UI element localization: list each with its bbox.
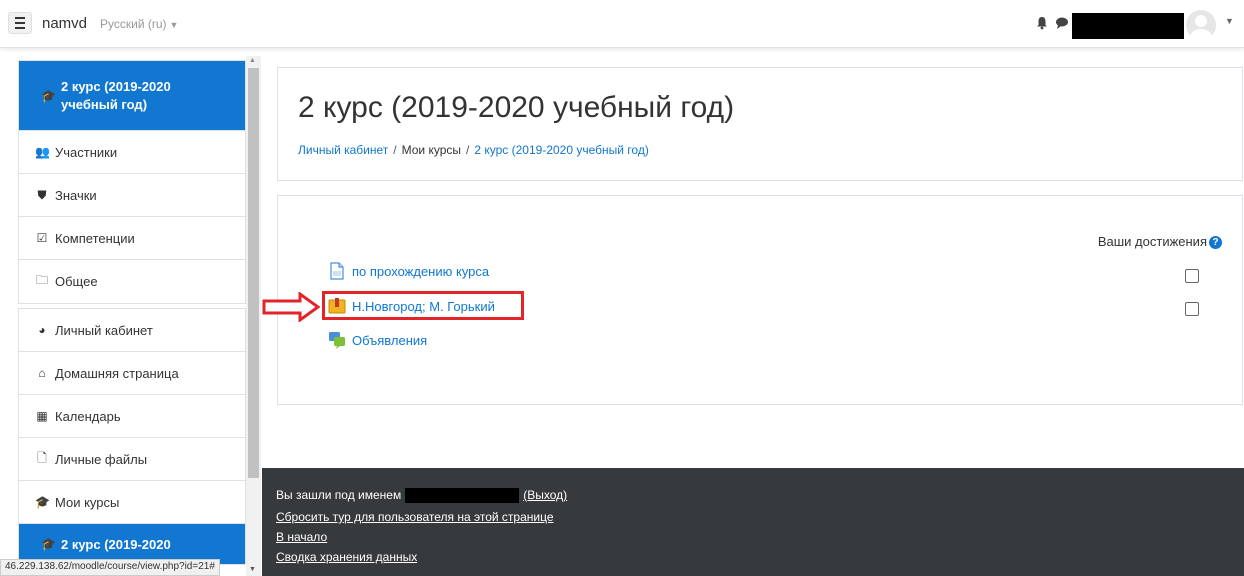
forum-icon [329,332,345,349]
dashboard-icon: ◕ [38,323,46,337]
scroll-down-arrow-icon[interactable]: ▼ [249,566,256,573]
sidebar-item-private-files[interactable]: 🗋 Личные файлы [19,438,245,481]
breadcrumb: Личный кабинет / Мои курсы/2 курс (2019-20… [298,143,649,157]
activity-item: Объявления [328,331,427,349]
data-retention-link[interactable]: Сводка хранения данных [276,550,417,564]
sidebar-nav: 🎓 2 курс (2019-2020 учебный год) 👥 Участ… [18,60,246,569]
red-arrow-annotation-icon [262,292,320,322]
user-menu-chevron-icon[interactable]: ▼ [1225,16,1234,26]
sidebar-site-group: ◕ Личный кабинет ⌂ Домашняя страница ▦ К… [18,308,246,565]
sidebar-item-course-link[interactable]: 🎓 2 курс (2019-2020 [19,524,245,564]
breadcrumb-my-courses: Мои курсы [401,143,462,157]
help-icon[interactable]: ? [1209,236,1222,250]
sidebar-item-competencies[interactable]: ☑ Компетенции [19,217,245,260]
page-title: 2 курс (2019-2020 учебный год) [298,91,735,124]
shield-icon: ⛊ [37,187,47,202]
footer-home: В начало [276,530,327,544]
page-icon [330,262,344,280]
sidebar-item-badges[interactable]: ⛊ Значки [19,174,245,217]
file-icon: 🗋 [37,450,47,465]
top-navbar: namvd Русский (ru) ▼ ▼ [0,0,1244,48]
sidebar-scroll-thumb[interactable] [248,68,259,478]
chevron-down-icon: ▼ [169,20,179,30]
users-icon: 👥 [35,145,50,159]
progress-header: Ваши достижения? [1098,234,1222,250]
graduation-cap-icon: 🎓 [41,88,56,103]
browser-status-url: 46.229.138.62/moodle/course/view.php?id=… [0,559,220,576]
checkbox-icon: ☑ [36,231,48,245]
sidebar-item-home[interactable]: ⌂ Домашняя страница [19,352,245,395]
completion-checkbox[interactable] [1185,269,1199,283]
activity-link-highlighted[interactable]: Н.Новгород; М. Горький [352,299,495,314]
username-redacted[interactable] [1072,13,1184,39]
footer-reset-tour: Сбросить тур для пользователя на этой ст… [276,510,554,524]
page-header-card: 2 курс (2019-2020 учебный год) Личный ка… [277,67,1243,181]
activity-link[interactable]: Объявления [352,333,427,348]
sidebar-item-general[interactable]: 🗀 Общее [19,260,245,303]
footer-data-retention: Сводка хранения данных [276,550,417,564]
completion-checkbox[interactable] [1185,302,1199,316]
notifications-bell-icon[interactable] [1035,16,1049,30]
breadcrumb-dashboard-link[interactable]: Личный кабинет [298,143,388,157]
scroll-up-arrow-icon[interactable]: ▲ [249,57,256,64]
logged-in-info: Вы зашли под именем (Выход) [276,488,568,504]
messages-chat-icon[interactable] [1055,16,1069,30]
logout-link[interactable]: (Выход) [523,488,567,502]
graduation-cap-icon: 🎓 [41,537,56,551]
home-icon: ⌂ [38,366,46,380]
course-content-card: Ваши достижения? по прохождению курса Н.… [277,195,1243,405]
site-name-link[interactable]: namvd [42,15,87,32]
graduation-cap-icon: 🎓 [35,495,50,509]
activity-item: по прохождению курса [328,262,489,280]
activity-item: Н.Новгород; М. Горький [328,297,495,315]
lesson-icon [328,298,346,314]
sidebar-item-current-course[interactable]: 🎓 2 курс (2019-2020 учебный год) [19,61,245,131]
sidebar-item-participants[interactable]: 👥 Участники [19,131,245,174]
username-redacted [405,488,520,504]
page-footer: Вы зашли под именем (Выход) Сбросить тур … [262,468,1244,576]
sidebar-item-calendar[interactable]: ▦ Календарь [19,395,245,438]
language-selector[interactable]: Русский (ru) ▼ [100,17,178,31]
menu-toggle-button[interactable] [8,12,32,34]
folder-icon: 🗀 [35,273,48,287]
sidebar-course-group: 🎓 2 курс (2019-2020 учебный год) 👥 Участ… [18,60,246,304]
user-avatar[interactable] [1186,10,1216,40]
home-link[interactable]: В начало [276,530,327,544]
sidebar-item-my-courses[interactable]: 🎓 Мои курсы [19,481,245,524]
sidebar-item-dashboard[interactable]: ◕ Личный кабинет [19,309,245,352]
calendar-icon: ▦ [36,409,48,423]
activity-link[interactable]: по прохождению курса [352,264,489,279]
breadcrumb-course-link[interactable]: 2 курс (2019-2020 учебный год) [474,143,648,157]
reset-tour-link[interactable]: Сбросить тур для пользователя на этой ст… [276,510,554,524]
